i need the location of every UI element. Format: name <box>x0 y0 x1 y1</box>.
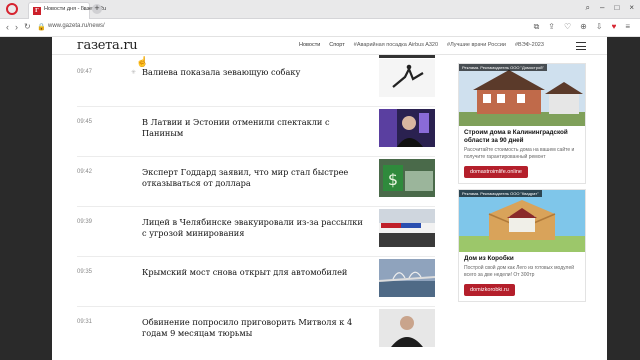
news-item[interactable]: 09:45 В Латвии и Эстонии отменили спекта… <box>77 107 435 157</box>
menu-icon[interactable]: ≡ <box>625 22 630 32</box>
browser-tab[interactable]: Г Новости дня - Газета.Ru × <box>28 2 106 19</box>
url-field[interactable]: www.gazeta.ru/news/ <box>48 23 105 29</box>
browser-window: Г Новости дня - Газета.Ru × + ⌕ – □ × ‹ … <box>0 0 640 360</box>
box-house-image <box>459 190 585 252</box>
nav-tag-airbus[interactable]: #Аварийная посадка Airbus A320 <box>354 42 438 48</box>
heart-icon[interactable]: ♥ <box>612 22 617 32</box>
opera-menu-icon[interactable] <box>6 3 18 15</box>
news-thumb-actor[interactable] <box>379 109 435 147</box>
forward-icon[interactable]: › <box>15 22 18 32</box>
nav-tag-vef[interactable]: #ВЭФ-2023 <box>515 42 544 48</box>
news-time: 09:31 <box>77 319 93 325</box>
nav-news[interactable]: Новости <box>299 42 320 48</box>
nav-tag-doctors[interactable]: #Лучшие врачи России <box>447 42 506 48</box>
ad-badge: Реклама. Рекламодатель ООО "Домострой" <box>459 64 547 71</box>
mouse-cursor-icon: ☝ <box>136 57 149 68</box>
ad-title[interactable]: Дом из Коробки <box>459 252 585 263</box>
news-item[interactable]: 09:31 Обвинение попросило приговорить Ми… <box>77 307 435 357</box>
ad-image[interactable]: Реклама. Рекламодатель ООО "Домострой" <box>459 64 585 126</box>
ad-title[interactable]: Строим дома в Калининградской области за… <box>459 126 585 145</box>
reload-icon[interactable]: ↻ <box>24 22 31 31</box>
ad-description: Построй свой дом как Лего из готовых мод… <box>464 265 575 278</box>
news-thumb-police[interactable] <box>379 209 435 247</box>
news-title[interactable]: Крымский мост снова открыт для автомобил… <box>142 267 367 278</box>
news-thumb-portrait[interactable] <box>379 309 435 347</box>
ad-image[interactable]: Реклама. Рекламодатель ООО "Квадрат" <box>459 190 585 252</box>
tab-strip: Г Новости дня - Газета.Ru × + ⌕ – □ × <box>0 0 640 19</box>
page-content: газета.ru Новости Спорт #Аварийная посад… <box>52 37 607 360</box>
news-title[interactable]: Лицей в Челябинске эвакуировали из-за ра… <box>142 217 367 239</box>
ad-description: Рассчитайте стоимость дома на вашем сайт… <box>464 147 575 160</box>
hamburger-menu-icon[interactable] <box>576 42 586 50</box>
news-thumb-skater[interactable] <box>379 59 435 97</box>
window-controls: ⌕ – □ × <box>586 3 634 13</box>
news-time: 09:47 <box>77 69 93 75</box>
back-icon[interactable]: ‹ <box>6 22 9 32</box>
minimize-icon[interactable]: – <box>600 3 604 13</box>
favicon-icon: Г <box>33 7 41 15</box>
address-bar-icons: ⧉ ⇪ ♡ ⊕ ⇩ ♥ ≡ <box>534 22 630 32</box>
ad-link-button[interactable]: domizkorobki.ru <box>464 284 515 296</box>
address-bar: ‹ › ↻ 🔒 www.gazeta.ru/news/ ⧉ ⇪ ♡ ⊕ ⇩ ♥ … <box>0 19 640 37</box>
svg-text:$: $ <box>388 170 398 189</box>
news-time: 09:35 <box>77 269 93 275</box>
news-title[interactable]: В Латвии и Эстонии отменили спектакли с … <box>142 117 367 139</box>
news-time: 09:39 <box>77 219 93 225</box>
new-tab-button[interactable]: + <box>92 4 102 14</box>
news-thumb-dollar[interactable]: $ <box>379 159 435 197</box>
news-item[interactable]: 09:39 Лицей в Челябинске эвакуировали из… <box>77 207 435 257</box>
news-item[interactable]: 09:35 Крымский мост снова открыт для авт… <box>77 257 435 307</box>
maximize-icon[interactable]: □ <box>614 3 619 13</box>
close-window-icon[interactable]: × <box>629 3 634 13</box>
nav-sport[interactable]: Спорт <box>329 42 344 48</box>
news-item[interactable]: 09:47 ✳ Валиева показала зевающую собаку <box>77 57 435 107</box>
snapshot-icon[interactable]: ⧉ <box>534 22 540 32</box>
news-title[interactable]: Эксперт Годдард заявил, что мир стал быс… <box>142 167 367 189</box>
share-icon[interactable]: ⇪ <box>548 22 555 32</box>
tab-close-icon[interactable]: × <box>82 6 86 13</box>
download-icon[interactable]: ⇩ <box>596 22 603 32</box>
site-nav: Новости Спорт #Аварийная посадка Airbus … <box>299 42 544 48</box>
news-item[interactable]: 09:42 Эксперт Годдард заявил, что мир ст… <box>77 157 435 207</box>
lock-icon[interactable]: 🔒 <box>37 23 46 31</box>
ad-badge: Реклама. Рекламодатель ООО "Квадрат" <box>459 190 542 197</box>
site-header: газета.ru Новости Спорт #Аварийная посад… <box>52 37 607 55</box>
news-time: 09:45 <box>77 119 93 125</box>
extensions-icon[interactable]: ⊕ <box>580 22 587 32</box>
ad-card[interactable]: Реклама. Рекламодатель ООО "Домострой" С… <box>458 63 586 184</box>
news-title[interactable]: Обвинение попросило приговорить Митволя … <box>142 317 367 339</box>
news-title[interactable]: Валиева показала зевающую собаку <box>142 67 367 78</box>
house-image <box>459 64 585 126</box>
ad-card[interactable]: Реклама. Рекламодатель ООО "Квадрат" Дом… <box>458 189 586 302</box>
search-tabs-icon[interactable]: ⌕ <box>586 3 590 13</box>
site-logo[interactable]: газета.ru <box>77 38 138 53</box>
news-thumb-bridge[interactable] <box>379 259 435 297</box>
page-viewport: газета.ru Новости Спорт #Аварийная посад… <box>0 37 640 360</box>
news-time: 09:42 <box>77 169 93 175</box>
bookmark-icon[interactable]: ♡ <box>564 22 571 32</box>
ad-link-button[interactable]: domastroimlife.online <box>464 166 528 178</box>
loading-indicator-icon: ✳ <box>131 70 137 76</box>
